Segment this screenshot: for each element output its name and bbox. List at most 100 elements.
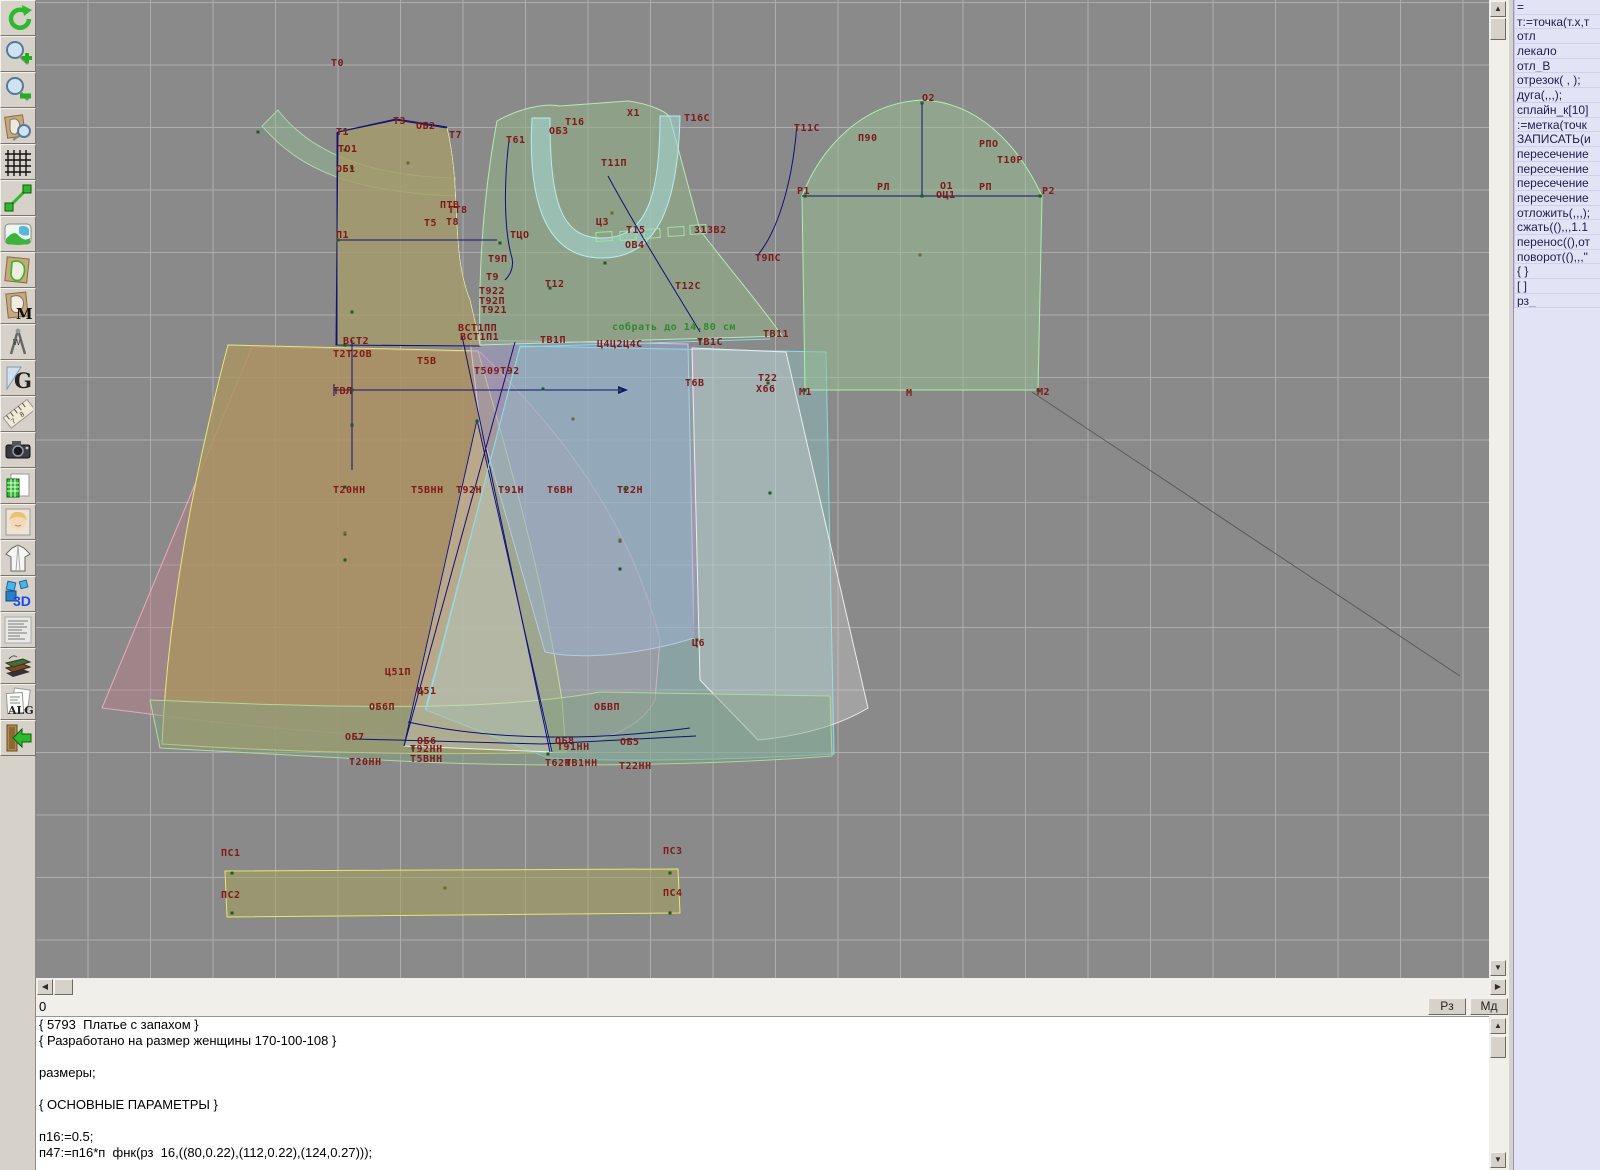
canvas-vscrollbar[interactable]: ▲ ▼ <box>1489 0 1509 978</box>
command-item[interactable]: = <box>1514 0 1600 15</box>
command-item[interactable]: { } <box>1514 264 1600 279</box>
model-photo-button[interactable] <box>0 504 36 540</box>
editor-vscrollbar[interactable]: ▲ ▼ <box>1489 1016 1509 1170</box>
pattern-point[interactable] <box>407 162 410 165</box>
command-item[interactable]: :=метка(точк <box>1514 118 1600 133</box>
pattern-point[interactable] <box>769 492 772 495</box>
garment-button[interactable] <box>0 540 36 576</box>
undo-button[interactable] <box>0 0 36 36</box>
pattern-point[interactable] <box>476 420 479 423</box>
point-label: М1 <box>799 387 812 398</box>
pattern-point[interactable] <box>547 753 550 756</box>
pattern-point[interactable] <box>619 568 622 571</box>
view-3d-button[interactable]: 3D <box>0 576 36 612</box>
pattern-point[interactable] <box>344 532 347 535</box>
pattern-point[interactable] <box>444 887 447 890</box>
point-label: Т15 <box>626 225 646 236</box>
svg-text:G: G <box>14 368 32 393</box>
editor-scroll-down-icon[interactable]: ▼ <box>1490 1152 1506 1168</box>
camera-button[interactable] <box>0 432 36 468</box>
zoom-out-button[interactable] <box>0 72 36 108</box>
canvas-hscrollbar[interactable]: ◀ ▶ <box>36 978 1509 997</box>
md-button[interactable]: Мд <box>1470 998 1508 1015</box>
command-item[interactable]: отложить(,,,); <box>1514 206 1600 221</box>
command-item[interactable]: пересечение <box>1514 176 1600 191</box>
ruler-icon: 78 <box>3 399 33 429</box>
pattern-point[interactable] <box>669 912 672 915</box>
command-item[interactable]: ЗАПИСАТЬ(и <box>1514 132 1600 147</box>
command-item[interactable]: поворот((),,," <box>1514 250 1600 265</box>
pattern-point[interactable] <box>351 424 354 427</box>
scroll-up-icon[interactable]: ▲ <box>1490 1 1506 17</box>
pattern-piece-button[interactable] <box>0 252 36 288</box>
pattern-point[interactable] <box>604 262 607 265</box>
pattern-point[interactable] <box>619 539 622 542</box>
point-label: Т22Н <box>617 485 643 496</box>
command-item[interactable]: [ ] <box>1514 279 1600 294</box>
ruler-button[interactable]: 78 <box>0 396 36 432</box>
exit-icon <box>3 723 33 753</box>
scroll-right-icon[interactable]: ▶ <box>1490 979 1506 995</box>
alg-icon: ALG <box>3 687 33 717</box>
rz-button[interactable]: Рз <box>1428 998 1466 1015</box>
zoom-area-button[interactable] <box>0 108 36 144</box>
editor-line: { Разработано на размер женщины 170-100-… <box>36 1033 1489 1049</box>
point-label: Т5ВНН <box>411 485 444 496</box>
grid-button[interactable] <box>0 144 36 180</box>
3d-icon: 3D <box>3 579 33 609</box>
algorithm-button[interactable]: ALG <box>0 684 36 720</box>
command-sidebar[interactable]: =т:=точка(т.х,тотллекалоотл_Вотрезок( , … <box>1513 0 1600 1170</box>
command-item[interactable]: отл <box>1514 29 1600 44</box>
hscroll-thumb[interactable] <box>54 979 73 995</box>
command-item[interactable]: перенос((),от <box>1514 235 1600 250</box>
pattern-point[interactable] <box>669 872 672 875</box>
pattern-point[interactable] <box>611 212 614 215</box>
pattern-point[interactable] <box>231 912 234 915</box>
pattern-point[interactable] <box>351 311 354 314</box>
pattern-point[interactable] <box>921 195 924 198</box>
algorithm-editor[interactable]: { 5793 Платье с запахом }{ Разработано н… <box>36 1016 1489 1170</box>
command-item[interactable]: отл_В <box>1514 59 1600 74</box>
command-item[interactable]: сжать((),,,1.1 <box>1514 220 1600 235</box>
editor-scroll-up-icon[interactable]: ▲ <box>1490 1018 1506 1034</box>
command-item[interactable]: пересечение <box>1514 147 1600 162</box>
pattern-point[interactable] <box>257 131 260 134</box>
command-item[interactable]: дуга(,,,); <box>1514 88 1600 103</box>
scroll-left-icon[interactable]: ◀ <box>37 979 53 995</box>
sleeve-piece[interactable] <box>802 100 1042 390</box>
pattern-point[interactable] <box>619 389 622 392</box>
grading-g-button[interactable]: G <box>0 360 36 396</box>
command-item[interactable]: сплайн_к[10] <box>1514 103 1600 118</box>
pattern-point[interactable] <box>572 418 575 421</box>
waistband-piece[interactable] <box>225 869 680 917</box>
exit-button[interactable] <box>0 720 36 756</box>
compass-button[interactable]: W <box>0 324 36 360</box>
preview-button[interactable] <box>0 216 36 252</box>
text-list-button[interactable] <box>0 612 36 648</box>
command-item[interactable]: пересечение <box>1514 191 1600 206</box>
command-item[interactable]: пересечение <box>1514 162 1600 177</box>
pattern-point[interactable] <box>542 388 545 391</box>
drawing-canvas[interactable]: Т0Т1ТО1ОБ1Т3ОБ2Т7Т61ОБ3Т16Х1Т16СТ11СТ11П… <box>36 0 1489 978</box>
command-item[interactable]: рз_ <box>1514 294 1600 309</box>
pattern-point[interactable] <box>919 254 922 257</box>
pattern-point[interactable] <box>231 872 234 875</box>
segment-button[interactable] <box>0 180 36 216</box>
point-label: Т5 <box>424 218 437 229</box>
pattern-point[interactable] <box>344 559 347 562</box>
status-value: 0 <box>39 999 46 1014</box>
zoom-in-button[interactable] <box>0 36 36 72</box>
point-label: ОБ7 <box>345 732 365 743</box>
editor-vscroll-thumb[interactable] <box>1490 1036 1506 1058</box>
vscroll-thumb[interactable] <box>1490 18 1506 40</box>
library-button[interactable] <box>0 648 36 684</box>
command-item[interactable]: т:=точка(т.х,т <box>1514 15 1600 30</box>
scroll-down-icon[interactable]: ▼ <box>1490 960 1506 976</box>
point-label: Т20НН <box>333 485 366 496</box>
point-label: Т9 <box>486 272 499 283</box>
command-item[interactable]: лекало <box>1514 44 1600 59</box>
m-document-button[interactable]: M <box>0 288 36 324</box>
table-button[interactable] <box>0 468 36 504</box>
command-item[interactable]: отрезок( , ); <box>1514 73 1600 88</box>
pattern-point[interactable] <box>499 242 502 245</box>
